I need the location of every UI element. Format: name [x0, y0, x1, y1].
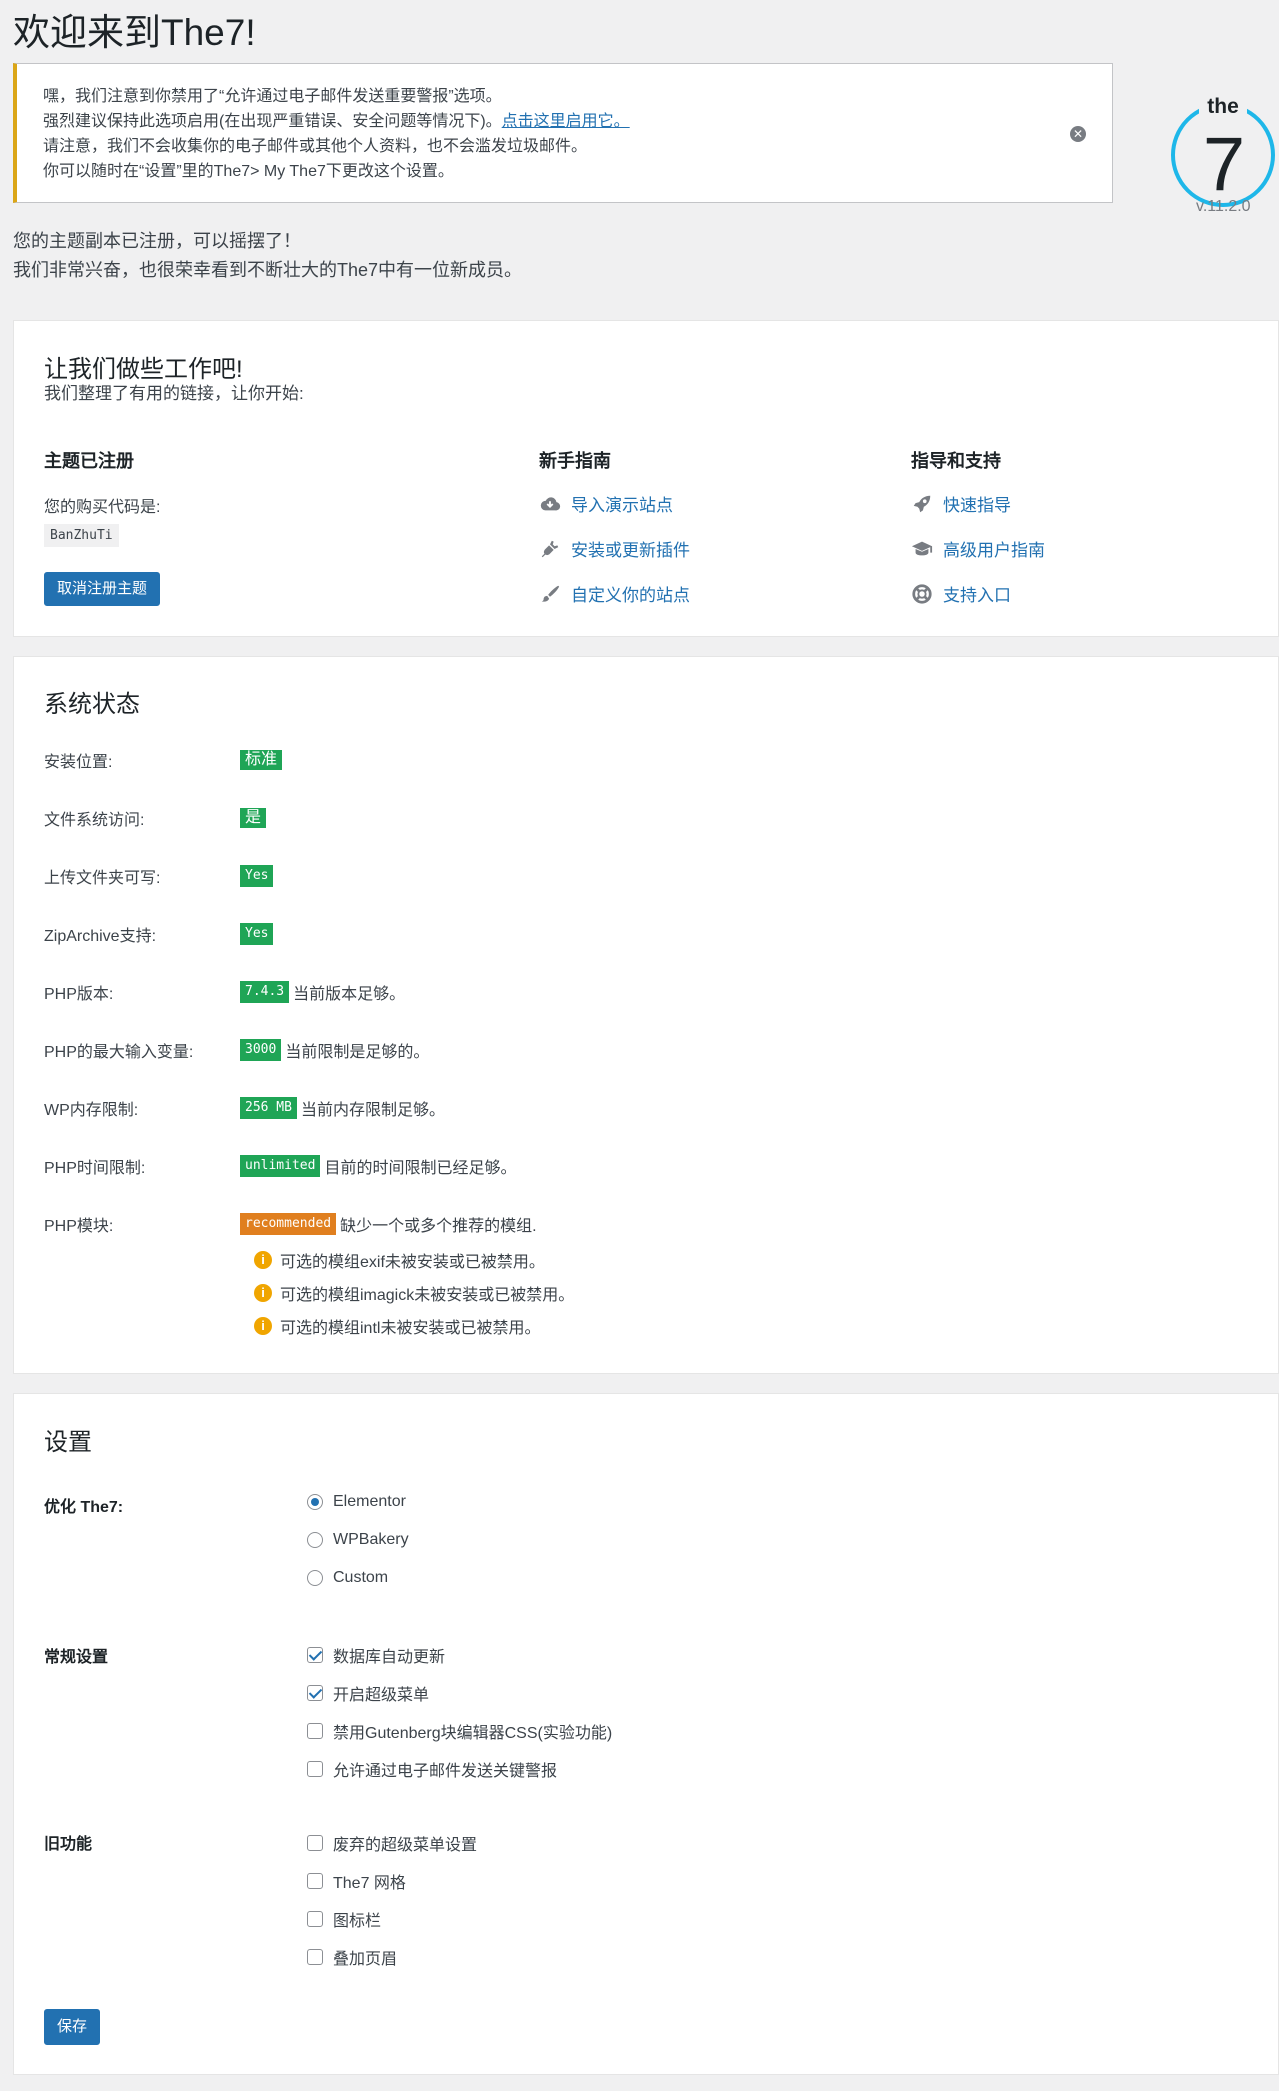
notice-line-1: 嘿，我们注意到你禁用了“允许通过电子邮件发送重要警报”选项。 — [43, 88, 502, 105]
paintbrush-icon — [541, 585, 560, 602]
checkbox[interactable] — [307, 1911, 323, 1927]
the7-grid-checkbox[interactable]: The7 网格 — [307, 1869, 406, 1893]
support-title: 指导和支持 — [911, 451, 1001, 471]
graduation-cap-icon — [911, 541, 933, 555]
status-filesystem: 文件系统访问: 是 — [44, 806, 267, 830]
db-auto-update-checkbox[interactable]: 数据库自动更新 — [307, 1643, 445, 1667]
customize-site-link[interactable]: 自定义你的站点 — [539, 581, 690, 606]
status-max-input-vars: PHP的最大输入变量: 3000 当前限制是足够的。 — [44, 1038, 429, 1062]
lifebuoy-icon — [912, 583, 932, 604]
settings-card: 设置 优化 The7: Elementor WPBakery Custom 常规… — [13, 1393, 1279, 2075]
save-button[interactable]: 保存 — [44, 2009, 101, 2045]
quick-guide-link[interactable]: 快速指导 — [911, 491, 1011, 516]
advanced-guide-link[interactable]: 高级用户指南 — [911, 536, 1045, 561]
install-plugins-link[interactable]: 安装或更新插件 — [539, 536, 690, 561]
module-warning: i 可选的模组imagick未被安装或已被禁用。 — [254, 1281, 574, 1305]
notice-line-3: 请注意，我们不会收集你的电子邮件或其他个人资料，也不会滥发垃圾邮件。 — [43, 138, 588, 155]
plugin-icon — [541, 540, 559, 557]
optimize-option-wpbakery[interactable]: WPBakery — [307, 1531, 409, 1549]
status-badge: 7.4.3 — [240, 981, 290, 1003]
optimize-option-elementor[interactable]: Elementor — [307, 1493, 406, 1511]
status-install-location: 安装位置: 标准 — [44, 748, 283, 772]
purchase-code-label: 您的购买代码是: — [44, 499, 161, 516]
page-title: 欢迎来到The7! — [13, 12, 256, 53]
checkbox[interactable] — [307, 1761, 323, 1777]
info-icon: i — [254, 1317, 272, 1335]
theme-version: v.11.2.0 — [1196, 198, 1251, 215]
info-icon: i — [254, 1251, 272, 1269]
email-alerts-checkbox[interactable]: 允许通过电子邮件发送关键警报 — [307, 1757, 557, 1781]
status-badge: 是 — [240, 808, 267, 828]
purchase-code: BanZhuTi — [44, 524, 119, 547]
status-badge: 标准 — [240, 750, 283, 770]
status-php-version: PHP版本: 7.4.3 当前版本足够。 — [44, 980, 405, 1004]
status-badge: unlimited — [240, 1155, 321, 1177]
settings-title: 设置 — [44, 1429, 92, 1456]
mega-menu-checkbox[interactable]: 开启超级菜单 — [307, 1681, 429, 1705]
module-warning: i 可选的模组exif未被安装或已被禁用。 — [254, 1248, 545, 1272]
status-time-limit: PHP时间限制: unlimited 目前的时间限制已经足够。 — [44, 1154, 516, 1178]
status-php-modules: PHP模块: recommended 缺少一个或多个推荐的模组. — [44, 1212, 537, 1236]
checkbox[interactable] — [307, 1685, 323, 1701]
logo-number: 7 — [1203, 122, 1245, 207]
legacy-features-label: 旧功能 — [44, 1836, 93, 1853]
checkbox[interactable] — [307, 1949, 323, 1965]
checkbox[interactable] — [307, 1873, 323, 1889]
close-circle-icon[interactable]: ✕ — [1070, 126, 1086, 142]
system-status-card: 系统状态 安装位置: 标准 文件系统访问: 是 上传文件夹可写: Yes Zip… — [13, 656, 1279, 1374]
getting-started-subtitle: 我们整理了有用的链接，让你开始: — [44, 384, 304, 403]
radio-button[interactable] — [307, 1570, 323, 1586]
rocket-icon — [913, 495, 931, 512]
legacy-mega-menu-checkbox[interactable]: 废弃的超级菜单设置 — [307, 1831, 477, 1855]
status-uploads-writable: 上传文件夹可写: Yes — [44, 864, 274, 888]
enable-alerts-link[interactable]: 点击这里启用它。 — [502, 113, 630, 130]
notice-line-4: 你可以随时在“设置”里的The7> My The7下更改这个设置。 — [43, 163, 454, 180]
email-alert-notice: 嘿，我们注意到你禁用了“允许通过电子邮件发送重要警报”选项。 强烈建议保持此选项… — [13, 63, 1113, 203]
system-status-title: 系统状态 — [44, 691, 140, 718]
optimize-option-custom[interactable]: Custom — [307, 1569, 388, 1587]
deregister-theme-button[interactable]: 取消注册主题 — [44, 572, 161, 606]
disable-gutenberg-css-checkbox[interactable]: 禁用Gutenberg块编辑器CSS(实验功能) — [307, 1719, 612, 1743]
checkbox[interactable] — [307, 1723, 323, 1739]
status-badge: 256 MB — [240, 1097, 297, 1119]
radio-button[interactable] — [307, 1532, 323, 1548]
general-settings-label: 常规设置 — [44, 1649, 109, 1666]
guide-title: 新手指南 — [539, 451, 611, 471]
status-badge: 3000 — [240, 1039, 282, 1061]
notice-line-2: 强烈建议保持此选项启用(在出现严重错误、安全问题等情况下)。点击这里启用它。 — [43, 113, 630, 130]
status-badge: Yes — [240, 865, 274, 887]
overlay-header-checkbox[interactable]: 叠加页眉 — [307, 1945, 397, 1969]
intro-message: 您的主题副本已注册，可以摇摆了！ 我们非常兴奋，也很荣幸看到不断壮大的The7中… — [13, 231, 523, 280]
status-wp-memory: WP内存限制: 256 MB 当前内存限制足够。 — [44, 1096, 445, 1120]
info-icon: i — [254, 1284, 272, 1302]
registered-title: 主题已注册 — [44, 451, 134, 471]
checkbox[interactable] — [307, 1835, 323, 1851]
icon-bar-checkbox[interactable]: 图标栏 — [307, 1907, 381, 1931]
module-warning: i 可选的模组intl未被安装或已被禁用。 — [254, 1314, 540, 1338]
status-badge: Yes — [240, 923, 274, 945]
import-demo-link[interactable]: 导入演示站点 — [539, 491, 673, 516]
radio-button[interactable] — [307, 1494, 323, 1510]
optimize-label: 优化 The7: — [44, 1499, 124, 1516]
cloud-download-icon — [540, 496, 561, 510]
logo-text: the — [1207, 95, 1239, 118]
checkbox[interactable] — [307, 1647, 323, 1663]
getting-started-card: 让我们做些工作吧! 我们整理了有用的链接，让你开始: 主题已注册 您的购买代码是… — [13, 320, 1279, 637]
support-portal-link[interactable]: 支持入口 — [911, 581, 1011, 606]
status-badge: recommended — [240, 1213, 337, 1235]
status-ziparchive: ZipArchive支持: Yes — [44, 922, 274, 946]
